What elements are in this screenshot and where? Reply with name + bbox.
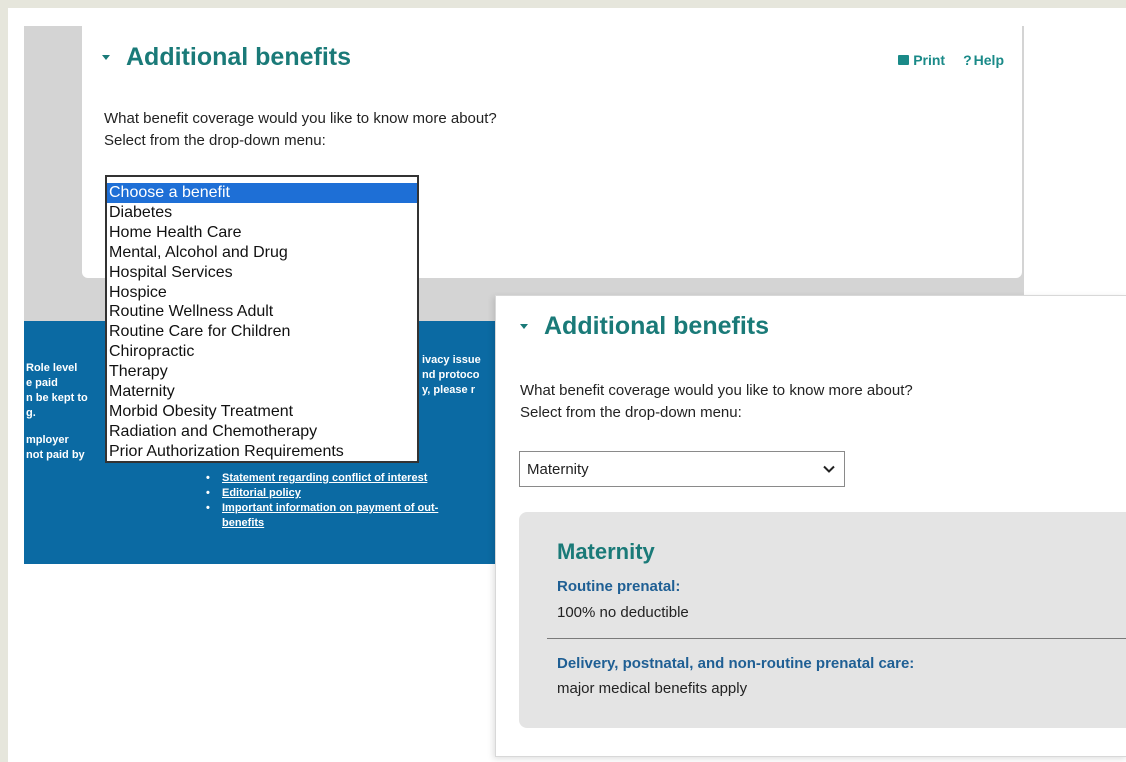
footer-mid-line: ivacy issue (422, 354, 481, 366)
footer-link-payment[interactable]: Important information on payment of out- (222, 501, 438, 516)
question-line-1: What benefit coverage would you like to … (520, 382, 913, 399)
printer-icon (898, 55, 910, 65)
question-mark-icon: ? (963, 52, 972, 68)
footer-left-line: Role level (26, 362, 78, 374)
help-label: Help (973, 52, 1004, 68)
footer-left-gap (26, 421, 116, 433)
front-question-text: What benefit coverage would you like to … (520, 380, 913, 424)
detail-divider (547, 638, 1126, 639)
footer-links: Statement regarding conflict of interest… (204, 471, 438, 531)
footer-mid-line: y, please r (422, 384, 475, 396)
detail-item-label: Delivery, postnatal, and non-routine pre… (557, 655, 915, 672)
back-question-text: What benefit coverage would you like to … (104, 108, 497, 152)
chevron-down-icon (823, 465, 835, 473)
detail-item-label: Routine prenatal: (557, 578, 681, 595)
dropdown-option[interactable]: Routine Care for Children (107, 322, 417, 342)
footer-left-line: not paid by (26, 449, 85, 461)
benefit-select-value: Maternity (527, 460, 589, 478)
dropdown-option[interactable]: Diabetes (107, 203, 417, 223)
dropdown-option[interactable]: Chiropractic (107, 342, 417, 362)
dropdown-option[interactable]: Hospital Services (107, 263, 417, 283)
footer-left-text: Role level e paid n be kept to g. mploye… (26, 361, 116, 463)
dropdown-option[interactable]: Morbid Obesity Treatment (107, 402, 417, 422)
benefit-detail-panel: Maternity Routine prenatal: 100% no dedu… (519, 512, 1126, 728)
dropdown-option[interactable]: Prior Authorization Requirements (107, 442, 417, 462)
question-line-2: Select from the drop-down menu: (104, 132, 326, 149)
detail-title: Maternity (557, 539, 655, 564)
front-section-heading[interactable]: Additional benefits (520, 312, 769, 341)
help-link[interactable]: ? Help (963, 52, 1004, 68)
footer-link-conflict[interactable]: Statement regarding conflict of interest (222, 472, 427, 484)
collapse-caret-icon[interactable] (102, 55, 110, 60)
dropdown-option[interactable]: Maternity (107, 382, 417, 402)
front-screenshot: Additional benefits What benefit coverag… (495, 295, 1126, 757)
print-link[interactable]: Print (898, 52, 945, 68)
dropdown-option[interactable]: Hospice (107, 283, 417, 303)
footer-left-line: n be kept to (26, 392, 88, 404)
question-line-1: What benefit coverage would you like to … (104, 110, 497, 127)
detail-item-value: 100% no deductible (557, 604, 689, 621)
benefit-dropdown-list[interactable]: Choose a benefit Diabetes Home Health Ca… (105, 175, 419, 463)
dropdown-option[interactable]: Home Health Care (107, 223, 417, 243)
footer-mid-text: ivacy issue nd protoco y, please r (422, 353, 481, 398)
footer-left-line: g. (26, 407, 36, 419)
footer-link-item: Editorial policy (204, 486, 438, 501)
benefit-select[interactable]: Maternity (519, 451, 845, 487)
dropdown-option[interactable]: Mental, Alcohol and Drug (107, 243, 417, 263)
footer-link-item: Statement regarding conflict of interest (204, 471, 438, 486)
print-label: Print (913, 52, 946, 68)
toolbar: Print ? Help (898, 52, 1004, 68)
footer-link-editorial[interactable]: Editorial policy (222, 487, 301, 499)
front-heading-text: Additional benefits (544, 312, 769, 340)
footer-link-payment-cont[interactable]: benefits (222, 516, 438, 531)
back-heading-text: Additional benefits (126, 43, 351, 71)
footer-left-line: mployer (26, 434, 69, 446)
question-line-2: Select from the drop-down menu: (520, 404, 742, 421)
detail-item-value: major medical benefits apply (557, 680, 748, 697)
footer-left-line: e paid (26, 377, 58, 389)
dropdown-option[interactable]: Radiation and Chemotherapy (107, 422, 417, 442)
back-section-heading[interactable]: Additional benefits (102, 43, 351, 72)
dropdown-option[interactable]: Therapy (107, 362, 417, 382)
collapse-caret-icon[interactable] (520, 324, 528, 329)
dropdown-option[interactable]: Routine Wellness Adult (107, 302, 417, 322)
dropdown-option-selected[interactable]: Choose a benefit (107, 183, 417, 203)
footer-mid-line: nd protoco (422, 369, 480, 381)
footer-link-item: Important information on payment of out-… (204, 501, 438, 531)
